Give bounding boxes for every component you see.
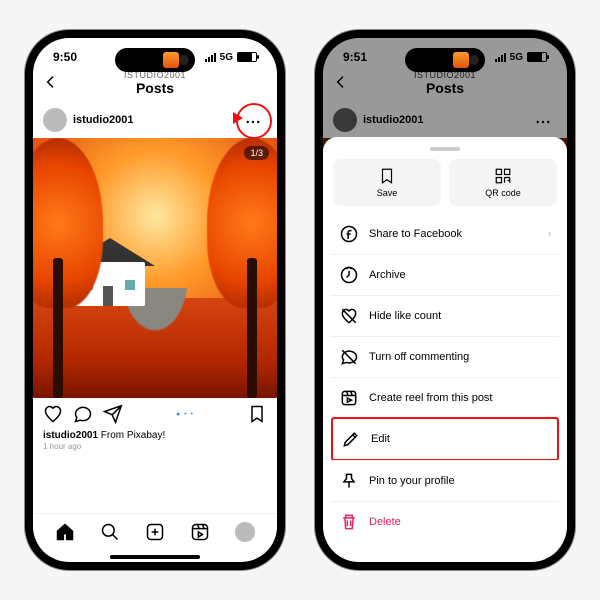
- home-indicator: [110, 555, 200, 559]
- sheet-row-edit[interactable]: Edit: [331, 417, 559, 461]
- sheet-row-label: Archive: [369, 269, 406, 281]
- edit-icon: [341, 429, 361, 449]
- battery-icon: [237, 52, 257, 62]
- dynamic-island: [115, 48, 195, 72]
- sheet-row-heart-off[interactable]: Hide like count: [331, 295, 559, 336]
- chevron-right-icon: ›: [547, 228, 551, 240]
- carousel-dots: ● • •: [133, 411, 237, 418]
- sheet-row-archive[interactable]: Archive: [331, 254, 559, 295]
- phone-left: 9:50 5G ISTUDIO2001 Posts istudio2001: [25, 30, 285, 570]
- sheet-row-label: Turn off commenting: [369, 351, 469, 363]
- trash-icon: [339, 512, 359, 532]
- tab-create[interactable]: [145, 522, 165, 542]
- sheet-row-trash[interactable]: Delete: [331, 501, 559, 542]
- reel-icon: [339, 388, 359, 408]
- facebook-icon: [339, 224, 359, 244]
- post-username[interactable]: istudio2001: [73, 114, 134, 126]
- image-counter: 1/3: [244, 146, 269, 160]
- sheet-row-label: Delete: [369, 516, 401, 528]
- sheet-row-facebook[interactable]: Share to Facebook ›: [331, 214, 559, 254]
- save-label: Save: [377, 188, 398, 198]
- network-label: 5G: [220, 52, 233, 63]
- caption-text: From Pixabay!: [98, 430, 165, 441]
- caption-username[interactable]: istudio2001: [43, 430, 98, 441]
- post-timestamp: 1 hour ago: [33, 441, 277, 452]
- tab-reels[interactable]: [190, 522, 210, 542]
- post-header: istudio2001: [33, 102, 277, 138]
- signal-icon: [205, 53, 216, 62]
- sheet-row-pin[interactable]: Pin to your profile: [331, 460, 559, 501]
- sheet-row-label: Share to Facebook: [369, 228, 462, 240]
- tab-search[interactable]: [100, 522, 120, 542]
- sheet-row-label: Edit: [371, 433, 390, 445]
- tab-bar: [33, 513, 277, 556]
- sheet-grabber[interactable]: [430, 147, 460, 151]
- heart-off-icon: [339, 306, 359, 326]
- tab-profile[interactable]: [235, 522, 255, 542]
- status-time: 9:50: [53, 50, 77, 64]
- sheet-save-button[interactable]: Save: [333, 159, 441, 206]
- post-caption: istudio2001 From Pixabay!: [33, 430, 277, 441]
- back-button[interactable]: [43, 74, 59, 95]
- sheet-row-label: Create reel from this post: [369, 392, 493, 404]
- post-image[interactable]: 1/3: [33, 138, 277, 398]
- sheet-qr-button[interactable]: QR code: [449, 159, 557, 206]
- page-header: ISTUDIO2001 Posts: [33, 68, 277, 102]
- archive-icon: [339, 265, 359, 285]
- tab-home[interactable]: [55, 522, 75, 542]
- qr-label: QR code: [485, 188, 521, 198]
- sheet-row-comment-off[interactable]: Turn off commenting: [331, 336, 559, 377]
- post-actions: ● • •: [33, 398, 277, 430]
- pin-icon: [339, 471, 359, 491]
- dynamic-island: [405, 48, 485, 72]
- avatar[interactable]: [43, 108, 67, 132]
- share-icon[interactable]: [103, 404, 123, 424]
- like-icon[interactable]: [43, 404, 63, 424]
- sheet-row-reel[interactable]: Create reel from this post: [331, 377, 559, 418]
- bookmark-icon[interactable]: [247, 404, 267, 424]
- phone-right: 9:51 5G ISTUDIO2001 Posts is: [315, 30, 575, 570]
- options-sheet: Save QR code Share to Facebook › Archive Hi…: [323, 137, 567, 562]
- comment-icon[interactable]: [73, 404, 93, 424]
- comment-off-icon: [339, 347, 359, 367]
- more-button[interactable]: [241, 110, 265, 134]
- header-title: Posts: [33, 80, 277, 96]
- sheet-row-label: Hide like count: [369, 310, 441, 322]
- sheet-row-label: Pin to your profile: [369, 475, 455, 487]
